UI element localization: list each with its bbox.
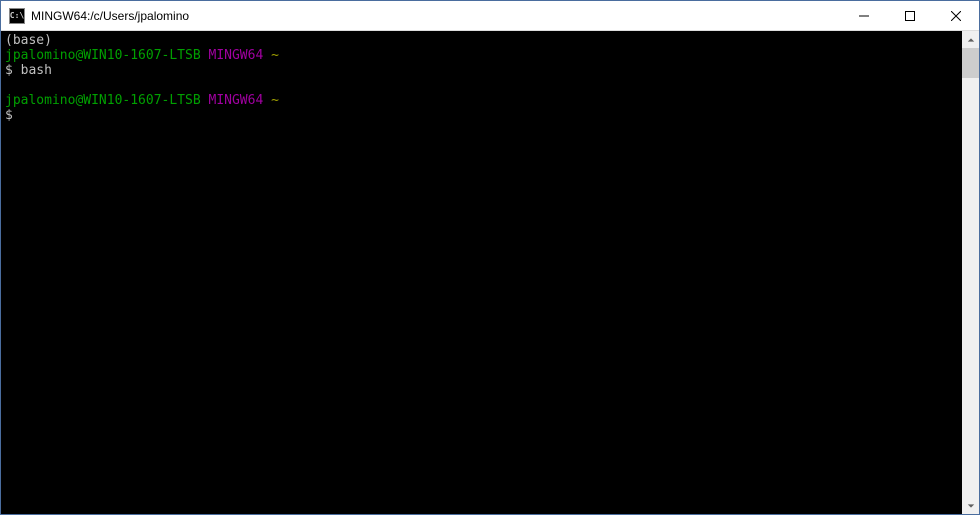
terminal-segment (263, 93, 271, 108)
window-controls (841, 1, 979, 30)
terminal-line: jpalomino@WIN10-1607-LTSB MINGW64 ~ (5, 93, 958, 108)
scroll-thumb[interactable] (962, 48, 979, 78)
close-icon (951, 11, 961, 21)
terminal-line: jpalomino@WIN10-1607-LTSB MINGW64 ~ (5, 48, 958, 63)
terminal-line: $ (5, 108, 958, 123)
minimize-button[interactable] (841, 1, 887, 30)
titlebar[interactable]: C:\ MINGW64:/c/Users/jpalomino (1, 1, 979, 31)
terminal[interactable]: (base)jpalomino@WIN10-1607-LTSB MINGW64 … (1, 31, 962, 514)
chevron-down-icon (967, 502, 975, 510)
terminal-segment: MINGW64 (209, 93, 264, 108)
scroll-up-button[interactable] (962, 31, 979, 48)
minimize-icon (859, 11, 869, 21)
terminal-segment: $ (5, 108, 13, 123)
terminal-line: (base) (5, 33, 958, 48)
terminal-segment: jpalomino@WIN10-1607-LTSB (5, 48, 201, 63)
terminal-line (5, 78, 958, 93)
scroll-down-button[interactable] (962, 497, 979, 514)
terminal-segment: jpalomino@WIN10-1607-LTSB (5, 93, 201, 108)
terminal-segment: MINGW64 (209, 48, 264, 63)
maximize-icon (905, 11, 915, 21)
terminal-segment (263, 48, 271, 63)
terminal-segment (201, 48, 209, 63)
scrollbar[interactable] (962, 31, 979, 514)
maximize-button[interactable] (887, 1, 933, 30)
app-icon: C:\ (9, 8, 25, 24)
terminal-segment: (base) (5, 33, 52, 48)
scroll-track[interactable] (962, 48, 979, 497)
terminal-wrap: (base)jpalomino@WIN10-1607-LTSB MINGW64 … (1, 31, 979, 514)
window-title: MINGW64:/c/Users/jpalomino (31, 9, 841, 23)
terminal-segment: ~ (271, 48, 279, 63)
close-button[interactable] (933, 1, 979, 30)
terminal-segment: ~ (271, 93, 279, 108)
terminal-line: $ bash (5, 63, 958, 78)
terminal-segment: $ bash (5, 63, 52, 78)
terminal-segment (201, 93, 209, 108)
chevron-up-icon (967, 36, 975, 44)
